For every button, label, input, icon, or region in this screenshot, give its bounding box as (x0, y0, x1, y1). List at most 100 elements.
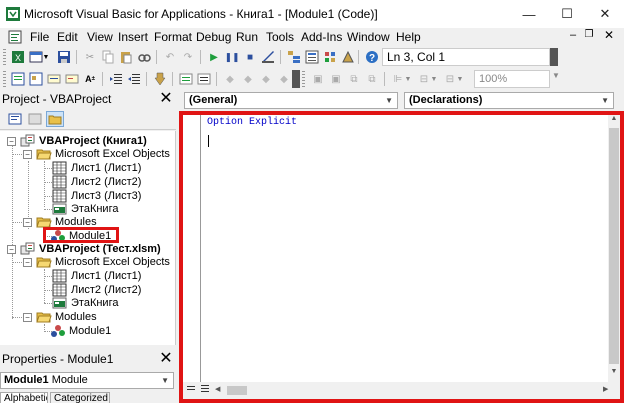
code-margin-indicator-bar[interactable] (183, 115, 201, 382)
menu-window[interactable]: Window (347, 30, 390, 44)
bring-to-front-icon[interactable]: ▣ (310, 71, 326, 87)
parameter-info-icon[interactable] (64, 71, 80, 87)
toggle-breakpoint-icon[interactable] (152, 71, 168, 87)
tree-sheet-1-b[interactable]: Лист1 (Лист1) (52, 269, 141, 283)
menu-add-ins[interactable]: Add-Ins (301, 30, 342, 44)
toolbar-options-handle[interactable] (292, 70, 300, 88)
tree-sheet-3[interactable]: Лист3 (Лист3) (52, 189, 141, 203)
break-icon[interactable]: ❚❚ (224, 49, 240, 65)
reset-icon[interactable]: ■ (242, 49, 258, 65)
collapse-icon[interactable]: − (23, 257, 32, 267)
procedure-combo[interactable]: (Declarations) ▼ (404, 92, 614, 109)
tree-sheet-1[interactable]: Лист1 (Лист1) (52, 161, 141, 175)
doc-minimize-button[interactable]: – (566, 29, 580, 43)
copy-icon[interactable] (100, 49, 116, 65)
run-icon[interactable]: ▶ (206, 49, 222, 65)
save-icon[interactable] (56, 49, 72, 65)
collapse-icon[interactable]: − (7, 136, 16, 146)
collapse-icon[interactable]: − (23, 312, 32, 322)
menu-help[interactable]: Help (396, 30, 421, 44)
center-dropdown-icon[interactable]: ▼ (430, 71, 438, 87)
toolbar-options-handle[interactable] (550, 48, 558, 66)
procedure-view-icon[interactable] (185, 384, 197, 396)
size-dropdown-icon[interactable]: ▼ (456, 71, 464, 87)
tree-project-2[interactable]: − VBAProject (Тест.xlsm) (7, 242, 161, 256)
scroll-right-icon[interactable]: ▶ (603, 385, 608, 393)
tree-folder-excel-objects[interactable]: − Microsoft Excel Objects (23, 147, 170, 161)
toggle-bookmark-icon[interactable]: ◆ (222, 71, 238, 87)
properties-object-combo[interactable]: Module1 Module ▼ (0, 372, 174, 389)
previous-bookmark-icon[interactable]: ◆ (258, 71, 274, 87)
undo-icon[interactable]: ↶ (162, 49, 178, 65)
zoom-combo[interactable]: 100% (474, 70, 550, 88)
tree-project-1[interactable]: − VBAProject (Книга1) (7, 134, 147, 148)
menu-run[interactable]: Run (236, 30, 258, 44)
scroll-left-icon[interactable]: ◀ (215, 385, 220, 393)
vertical-scroll-thumb[interactable] (609, 128, 619, 364)
complete-word-icon[interactable]: A ± (82, 71, 98, 87)
horizontal-scroll-thumb[interactable] (227, 386, 247, 395)
help-icon[interactable]: ? (364, 49, 380, 65)
code-window-icon[interactable] (8, 30, 22, 44)
doc-restore-button[interactable]: ❐ (582, 29, 596, 43)
view-code-icon[interactable] (6, 111, 24, 127)
uncomment-block-icon[interactable] (196, 71, 212, 87)
menu-edit[interactable]: Edit (57, 30, 78, 44)
zoom-dropdown-icon[interactable]: ▼ (552, 71, 564, 87)
collapse-icon[interactable]: − (23, 217, 32, 227)
close-button[interactable]: ✕ (586, 0, 624, 28)
outdent-icon[interactable] (126, 71, 142, 87)
properties-close-icon[interactable]: ✕ (158, 350, 174, 368)
menu-insert[interactable]: Insert (118, 30, 148, 44)
view-excel-icon[interactable]: X (10, 49, 26, 65)
tree-folder-modules-2[interactable]: − Modules (23, 310, 97, 324)
tree-sheet-2-b[interactable]: Лист2 (Лист2) (52, 283, 141, 297)
list-constants-icon[interactable] (28, 71, 44, 87)
toolbar-grip[interactable] (3, 49, 6, 65)
horizontal-scrollbar[interactable]: ◀ ▶ (183, 382, 620, 399)
properties-window-icon[interactable] (304, 49, 320, 65)
maximize-button[interactable]: ☐ (548, 0, 586, 28)
minimize-button[interactable]: — (510, 0, 548, 28)
next-bookmark-icon[interactable]: ◆ (240, 71, 256, 87)
collapse-icon[interactable]: − (7, 244, 16, 254)
design-mode-icon[interactable] (260, 49, 276, 65)
find-icon[interactable] (136, 49, 152, 65)
paste-icon[interactable] (118, 49, 134, 65)
project-explorer-icon[interactable] (286, 49, 302, 65)
toggle-folders-icon[interactable] (46, 111, 64, 127)
scroll-up-icon[interactable]: ▲ (608, 115, 620, 127)
clear-bookmarks-icon[interactable]: ◆ (276, 71, 292, 87)
send-to-back-icon[interactable]: ▣ (328, 71, 344, 87)
comment-block-icon[interactable] (178, 71, 194, 87)
doc-close-button[interactable]: ✕ (602, 28, 616, 42)
redo-icon[interactable]: ↷ (180, 49, 196, 65)
toolbar-grip[interactable] (3, 71, 6, 87)
align-dropdown-icon[interactable]: ▼ (404, 71, 412, 87)
tree-sheet-2[interactable]: Лист2 (Лист2) (52, 175, 141, 189)
tree-folder-excel-objects-2[interactable]: − Microsoft Excel Objects (23, 255, 170, 269)
scroll-down-icon[interactable]: ▼ (608, 368, 620, 380)
menu-debug[interactable]: Debug (196, 30, 231, 44)
insert-dropdown-icon[interactable]: ▼ (42, 49, 50, 65)
collapse-icon[interactable]: − (23, 149, 32, 159)
tab-categorized[interactable]: Categorized (50, 392, 110, 403)
quick-info-icon[interactable] (46, 71, 62, 87)
toolbar-grip[interactable] (302, 71, 305, 87)
menu-view[interactable]: View (87, 30, 113, 44)
tree-workbook-b[interactable]: ЭтаКнига (52, 296, 118, 310)
menu-format[interactable]: Format (154, 30, 192, 44)
object-combo[interactable]: (General) ▼ (184, 92, 398, 109)
view-object-icon[interactable] (26, 111, 44, 127)
code-editor[interactable]: Option Explicit (207, 117, 297, 128)
cut-icon[interactable]: ✂ (82, 49, 98, 65)
object-browser-icon[interactable] (322, 49, 338, 65)
menu-file[interactable]: File (30, 30, 49, 44)
list-properties-icon[interactable] (10, 71, 26, 87)
project-explorer-close-icon[interactable]: ✕ (158, 90, 174, 108)
full-module-view-icon[interactable] (199, 384, 211, 396)
tab-alphabetic[interactable]: Alphabetic (0, 392, 48, 403)
menu-tools[interactable]: Tools (266, 30, 294, 44)
indent-icon[interactable] (108, 71, 124, 87)
tree-module-1-b[interactable]: Module1 (50, 324, 111, 338)
